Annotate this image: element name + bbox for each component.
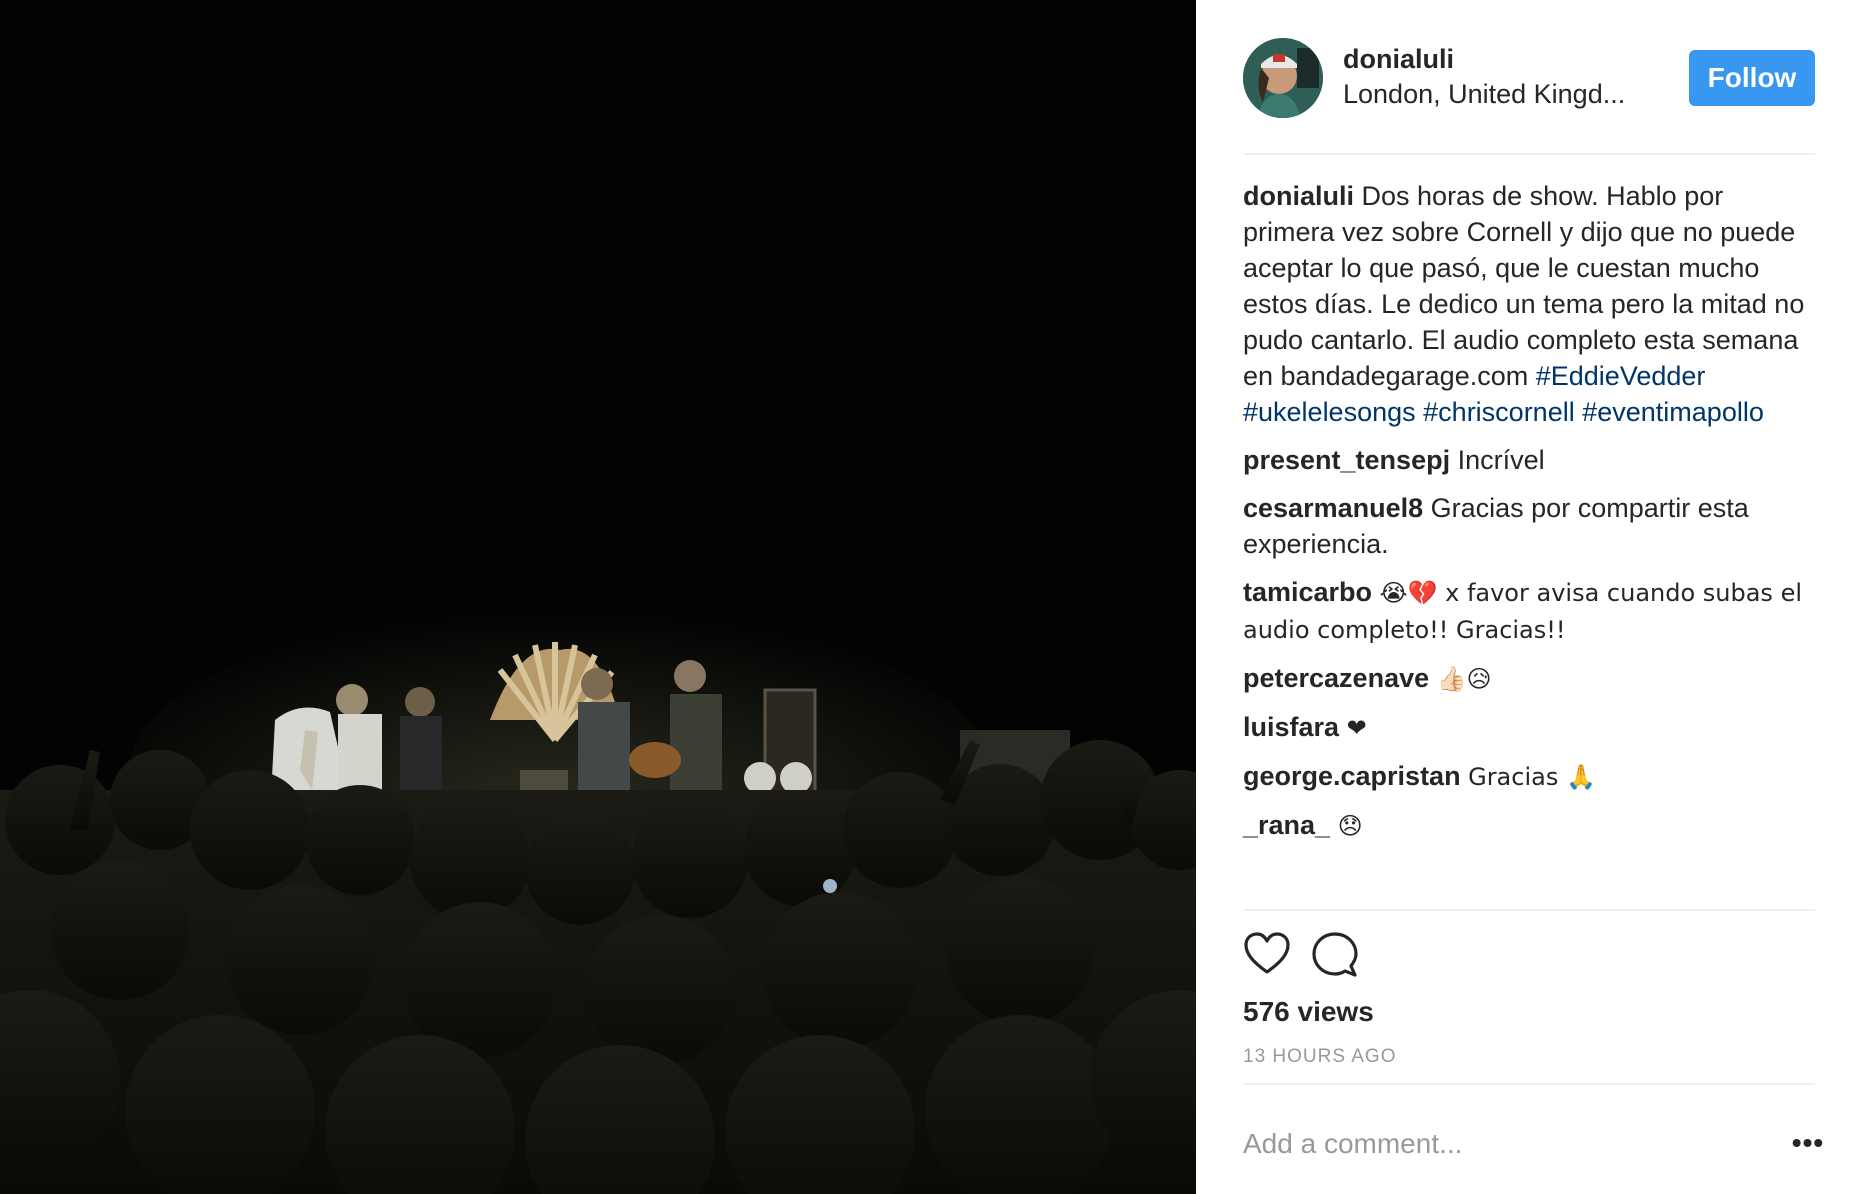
more-options-button[interactable]: ••• (1788, 1128, 1828, 1158)
post-timestamp[interactable]: 13 HOURS AGO (1243, 1045, 1397, 1069)
comment-author[interactable]: luisfara (1243, 712, 1339, 742)
comment-author[interactable]: tamicarbo (1243, 577, 1372, 607)
caption: donialuli Dos horas de show. Hablo por p… (1243, 178, 1819, 430)
avatar-image (1243, 38, 1323, 118)
hashtag-link[interactable]: #chriscornell (1423, 397, 1575, 427)
comment-author[interactable]: cesarmanuel8 (1243, 493, 1423, 523)
comment-item: luisfara ❤ (1243, 709, 1819, 746)
hashtag-link[interactable]: #EddieVedder (1536, 361, 1706, 391)
post-media[interactable] (0, 0, 1196, 1194)
user-block: donialuli London, United Kingd... (1343, 42, 1673, 112)
comment-item: tamicarbo 😭💔 x favor avisa cuando subas … (1243, 574, 1819, 648)
comment-input[interactable] (1243, 1124, 1743, 1164)
footer-divider (1243, 1083, 1815, 1085)
comments-list: donialuli Dos horas de show. Hablo por p… (1243, 178, 1819, 856)
comment-author[interactable]: petercazenave (1243, 663, 1429, 693)
view-count[interactable]: 576 views (1243, 994, 1374, 1030)
caption-text: Dos horas de show. Hablo por primera vez… (1243, 181, 1805, 391)
comment-text: Incrível (1457, 445, 1545, 475)
comment-text: 😞 (1337, 812, 1363, 840)
hashtag-link[interactable]: #eventimapollo (1582, 397, 1764, 427)
hashtag-link[interactable]: #ukelelesongs (1243, 397, 1416, 427)
concert-photo (0, 0, 1196, 1194)
speech-bubble-icon[interactable] (1311, 930, 1359, 978)
header-divider (1243, 153, 1815, 155)
heart-icon[interactable] (1243, 930, 1291, 978)
comment-author[interactable]: present_tensepj (1243, 445, 1450, 475)
comment-item: george.capristan Gracias 🙏 (1243, 758, 1819, 795)
comment-item: present_tensepj Incrível (1243, 442, 1819, 478)
location-link[interactable]: London, United Kingd... (1343, 76, 1663, 112)
comment-text: Gracias 🙏 (1468, 763, 1596, 791)
post-header: donialuli London, United Kingd... Follow (1243, 38, 1815, 118)
comment-item: _rana_ 😞 (1243, 807, 1819, 844)
comments-divider (1243, 909, 1815, 911)
comment-text: ❤ (1346, 714, 1367, 742)
caption-author[interactable]: donialuli (1243, 181, 1354, 211)
comment-text: 👍🏻😥 (1436, 665, 1492, 693)
action-bar (1243, 930, 1443, 980)
follow-button[interactable]: Follow (1689, 50, 1815, 106)
comment-author[interactable]: _rana_ (1243, 810, 1330, 840)
header-username[interactable]: donialuli (1343, 42, 1673, 76)
comment-author[interactable]: george.capristan (1243, 761, 1461, 791)
avatar[interactable] (1243, 38, 1323, 118)
comment-item: petercazenave 👍🏻😥 (1243, 660, 1819, 697)
comment-item: cesarmanuel8 Gracias por compartir esta … (1243, 490, 1819, 562)
post-details-panel: donialuli London, United Kingd... Follow… (1196, 0, 1864, 1194)
crowd (0, 730, 1196, 1194)
